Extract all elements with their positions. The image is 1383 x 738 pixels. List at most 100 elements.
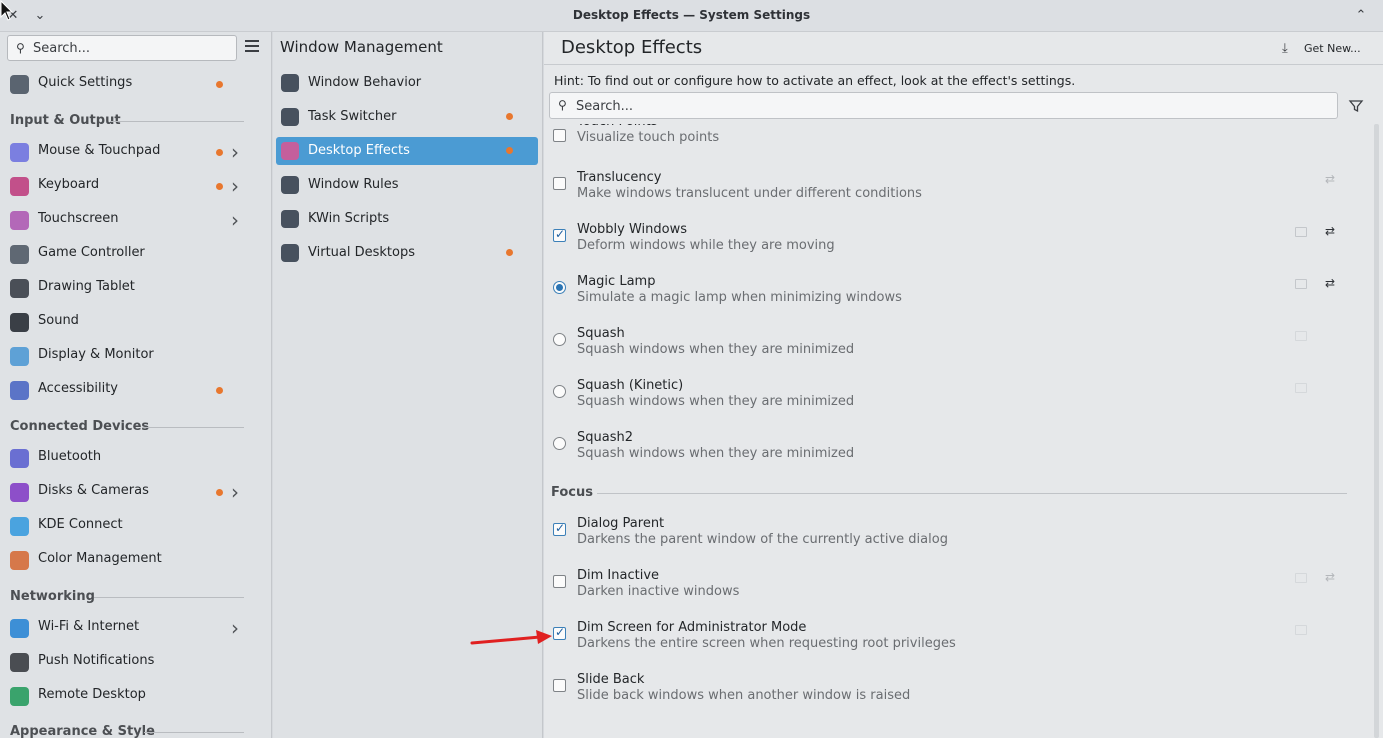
effect-row[interactable]: ✓ Dialog Parent Darkens the parent window … — [544, 516, 1370, 568]
search-icon: ⚲ — [558, 98, 567, 112]
sidebar-item[interactable]: Accessibility — [0, 373, 272, 407]
effect-checkbox[interactable] — [553, 129, 566, 142]
radio-dot — [556, 284, 563, 291]
sidebar-item[interactable]: Color Management — [0, 543, 272, 577]
about-effect-icon[interactable] — [1295, 331, 1307, 341]
kcm-item[interactable]: KWin Scripts — [276, 205, 538, 233]
sidebar-item[interactable]: Keyboard › — [0, 169, 272, 203]
effect-name: Dim Screen for Administrator Mode — [577, 620, 807, 635]
category-divider — [142, 427, 244, 428]
kcm-icon — [281, 210, 299, 228]
about-effect-icon[interactable] — [1295, 383, 1307, 393]
configure-effect-icon[interactable]: ⇄ — [1325, 224, 1335, 238]
effect-checkbox[interactable]: ✓ — [553, 521, 566, 536]
effect-checkbox[interactable] — [553, 575, 566, 588]
effect-description: Squash windows when they are minimized — [577, 394, 855, 409]
sidebar-item[interactable]: Sound — [0, 305, 272, 339]
effect-checkbox[interactable]: ✓ — [553, 625, 566, 640]
effect-checkbox[interactable]: ✓ — [553, 227, 566, 242]
effect-row[interactable]: Slide Back Slide back windows when anothe… — [544, 672, 1370, 724]
effect-row[interactable]: Translucency Make windows translucent und… — [544, 170, 1370, 222]
sidebar-item[interactable]: Touchscreen › — [0, 203, 272, 237]
effect-name: Squash — [577, 326, 625, 341]
filter-icon[interactable] — [1348, 98, 1364, 114]
effect-checkbox[interactable] — [553, 177, 566, 190]
configure-effect-icon[interactable]: ⇄ — [1325, 172, 1335, 186]
annotation-arrow — [470, 630, 552, 645]
sidebar-item-label: Touchscreen — [38, 211, 119, 226]
sidebar-item[interactable]: Mouse & Touchpad › — [0, 135, 272, 169]
effect-row[interactable]: Squash2 Squash windows when they are mini… — [544, 430, 1370, 482]
sidebar-item[interactable]: Display & Monitor — [0, 339, 272, 373]
hamburger-menu-icon[interactable] — [245, 40, 259, 54]
sidebar-category-heading: Connected Devices — [10, 419, 150, 434]
effect-name: Wobbly Windows — [577, 222, 688, 237]
sidebar-search-input[interactable] — [33, 39, 233, 57]
sidebar-item[interactable]: Bluetooth — [0, 441, 272, 475]
about-effect-icon[interactable] — [1295, 573, 1307, 583]
sidebar-item[interactable]: Quick Settings — [0, 67, 272, 101]
kcm-item-label: Desktop Effects — [308, 143, 410, 158]
notification-dot — [216, 387, 223, 394]
sound-icon — [10, 313, 29, 332]
effects-search-input[interactable] — [576, 97, 1316, 115]
effect-name: Dialog Parent — [577, 516, 665, 531]
effect-checkbox[interactable] — [553, 679, 566, 692]
sidebar-item-label: Quick Settings — [38, 75, 133, 90]
chevron-right-icon[interactable]: › — [231, 140, 239, 164]
push-notifications-icon — [10, 653, 29, 672]
sidebar-item[interactable]: Wi-Fi & Internet › — [0, 611, 272, 645]
kcm-item[interactable]: Task Switcher — [276, 103, 538, 131]
effects-section-heading: Focus — [551, 485, 593, 500]
kcm-item[interactable]: Window Behavior — [276, 69, 538, 97]
effect-radio[interactable] — [553, 437, 566, 450]
chevron-right-icon[interactable]: › — [231, 208, 239, 232]
notification-dot — [506, 249, 513, 256]
effects-search[interactable]: ⚲ — [549, 92, 1338, 119]
effect-description: Squash windows when they are minimized — [577, 342, 855, 357]
mouse-icon — [10, 143, 29, 162]
sidebar-item-label: Mouse & Touchpad — [38, 143, 161, 158]
sidebar-item[interactable]: KDE Connect — [0, 509, 272, 543]
effect-row[interactable]: Dim Inactive Darken inactive windows ⇄ — [544, 568, 1370, 620]
sidebar-item[interactable]: Disks & Cameras › — [0, 475, 272, 509]
chevron-right-icon[interactable]: › — [231, 616, 239, 640]
sidebar-item[interactable]: Game Controller — [0, 237, 272, 271]
kcm-item-label: Window Behavior — [308, 75, 422, 90]
configure-effect-icon[interactable]: ⇄ — [1325, 276, 1335, 290]
kcm-item[interactable]: Virtual Desktops — [276, 239, 538, 267]
sidebar-item-label: Bluetooth — [38, 449, 102, 464]
effect-row[interactable]: Touch PointsVisualize touch points — [544, 124, 1370, 166]
kcm-item[interactable]: Window Rules — [276, 171, 538, 199]
effect-row[interactable]: Squash Squash windows when they are minim… — [544, 326, 1370, 378]
about-effect-icon[interactable] — [1295, 227, 1307, 237]
scrollbar[interactable] — [1374, 124, 1379, 738]
chevron-right-icon[interactable]: › — [231, 480, 239, 504]
mouse-cursor-icon — [0, 0, 14, 21]
effect-radio[interactable] — [553, 385, 566, 398]
sidebar-item-label: Accessibility — [38, 381, 118, 396]
sidebar-item-label: Remote Desktop — [38, 687, 146, 702]
sidebar-item[interactable]: Push Notifications — [0, 645, 272, 679]
kcm-item-label: Virtual Desktops — [308, 245, 415, 260]
effect-description: Deform windows while they are moving — [577, 238, 835, 253]
sidebar-item[interactable]: Drawing Tablet — [0, 271, 272, 305]
minimize-chevron-icon[interactable]: ⌃ — [1352, 7, 1370, 25]
effect-radio[interactable] — [553, 281, 566, 294]
configure-effect-icon[interactable]: ⇄ — [1325, 570, 1335, 584]
chevron-right-icon[interactable]: › — [231, 174, 239, 198]
about-effect-icon[interactable] — [1295, 279, 1307, 289]
effect-row[interactable]: ✓ Wobbly Windows Deform windows while they… — [544, 222, 1370, 274]
sidebar-item[interactable]: Remote Desktop — [0, 679, 272, 713]
about-effect-icon[interactable] — [1295, 625, 1307, 635]
effect-row[interactable]: ✓ Dim Screen for Administrator Mode Darken… — [544, 620, 1370, 672]
get-new-button[interactable]: ⤓ Get New... — [1282, 41, 1361, 56]
effect-row[interactable]: Magic Lamp Simulate a magic lamp when min… — [544, 274, 1370, 326]
sidebar-item-label: Disks & Cameras — [38, 483, 149, 498]
effect-row[interactable]: Squash (Kinetic) Squash windows when they… — [544, 378, 1370, 430]
kcm-item[interactable]: Desktop Effects — [276, 137, 538, 165]
effect-name: Translucency — [577, 170, 662, 185]
section-divider — [597, 493, 1347, 494]
sidebar-search[interactable]: ⚲ — [7, 35, 237, 61]
effect-radio[interactable] — [553, 333, 566, 346]
